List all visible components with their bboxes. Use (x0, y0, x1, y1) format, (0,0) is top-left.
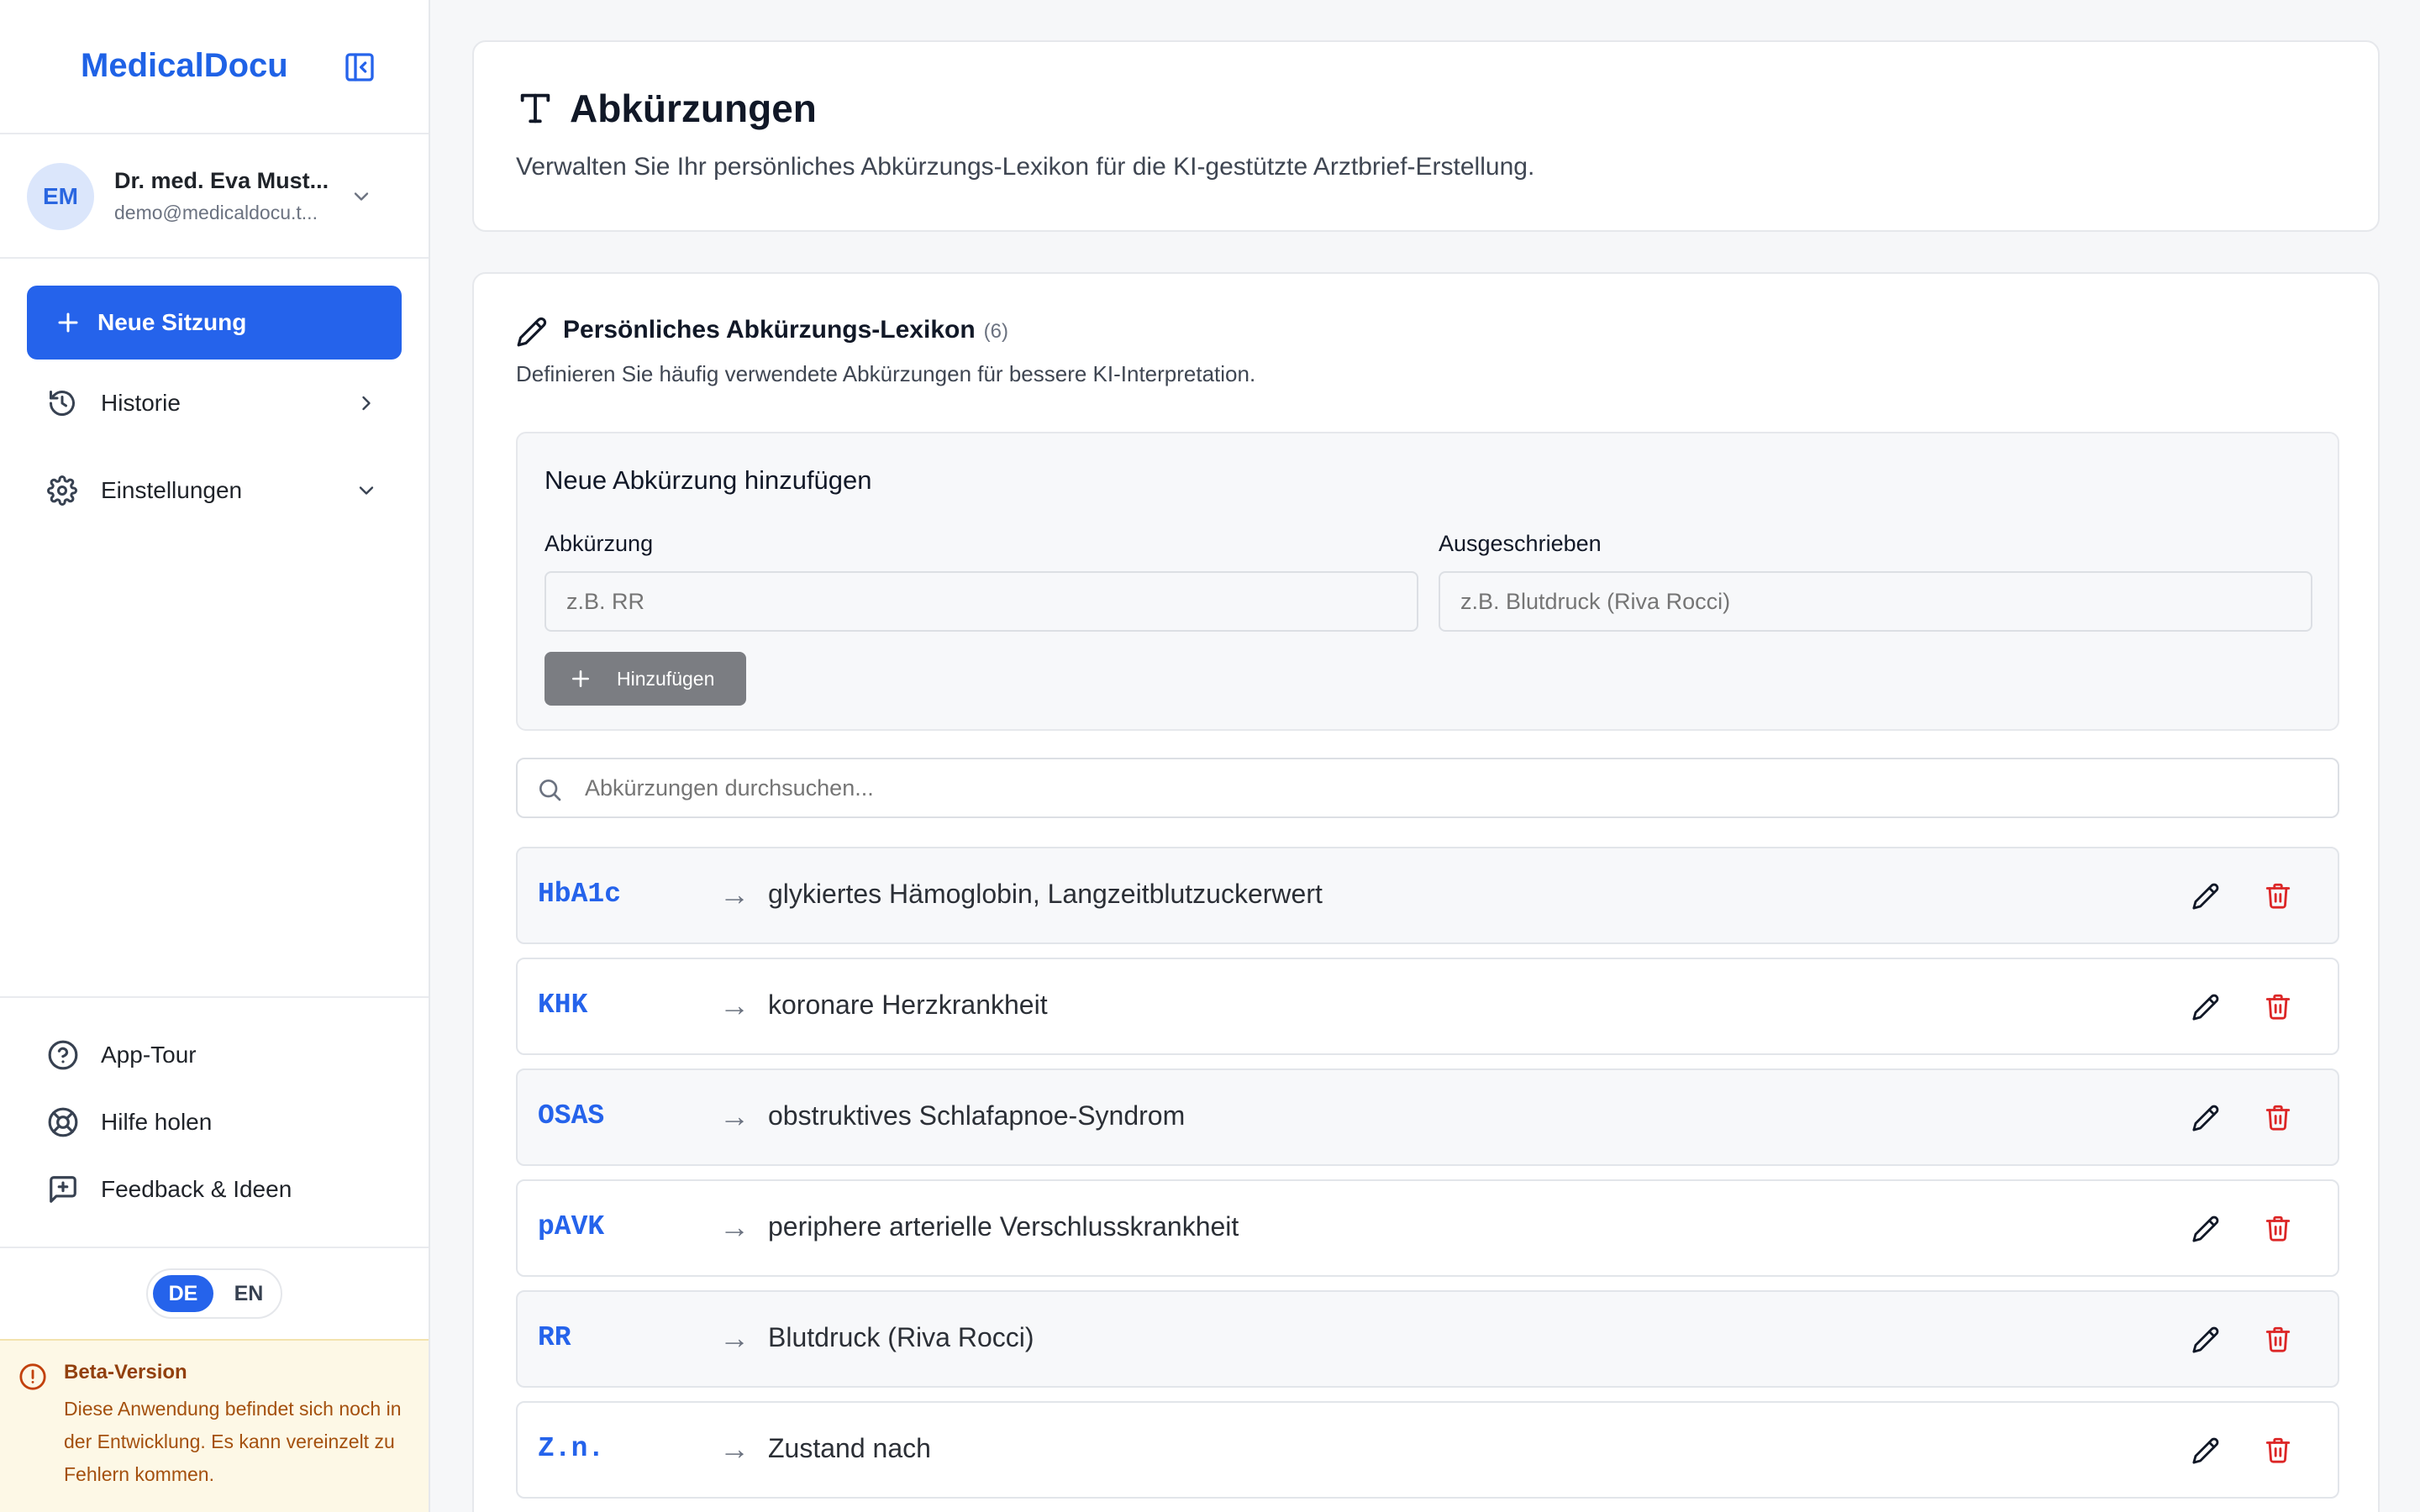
brand-row: MedicalDocu (0, 0, 429, 134)
lexicon-title-text: Persönliches Abkürzungs-Lexikon (563, 316, 976, 344)
trash-icon[interactable] (2264, 991, 2292, 1021)
trash-icon[interactable] (2264, 1435, 2292, 1465)
sidebar-item-hilfe-holen[interactable]: Hilfe holen (27, 1095, 402, 1149)
user-menu[interactable]: EM Dr. med. Eva Must... demo@medicaldocu… (0, 136, 429, 259)
plus-icon (572, 670, 589, 687)
lexicon-subtitle: Definieren Sie häufig verwendete Abkürzu… (516, 361, 1256, 386)
sidebar-item-einstellungen[interactable]: Einstellungen (27, 460, 402, 521)
edit-icon[interactable] (2191, 993, 2220, 1021)
search-box[interactable] (516, 758, 2339, 818)
sidebar-item-label: Hilfe holen (101, 1109, 213, 1135)
new-session-button[interactable]: Neue Sitzung (27, 286, 402, 360)
pencil-icon (517, 317, 547, 347)
arrow-icon: → (719, 1099, 750, 1133)
abbreviation-label: Abkürzung (544, 531, 654, 556)
chevron-right-icon (362, 396, 371, 411)
beta-title: Beta-Version (64, 1361, 187, 1383)
abbreviation-text: KHK (538, 990, 588, 1021)
arrow-icon: → (719, 988, 750, 1022)
edit-icon[interactable] (2191, 882, 2220, 911)
trash-icon[interactable] (2264, 1213, 2292, 1243)
help-circle-icon (48, 1040, 78, 1070)
divider (0, 1247, 429, 1248)
sidebar-item-feedback[interactable]: Feedback & Ideen (27, 1163, 402, 1216)
list-item: pAVK → periphere arterielle Verschlusskran… (516, 1179, 2339, 1277)
lifebuoy-icon (48, 1107, 78, 1137)
trash-icon[interactable] (2264, 1102, 2292, 1132)
search-input[interactable] (585, 759, 2265, 816)
abbreviation-text: Z.n. (538, 1433, 605, 1464)
language-toggle[interactable]: DE EN (146, 1268, 282, 1319)
sidebar-item-label: Einstellungen (101, 477, 243, 503)
page-header: Abkürzungen Verwalten Sie Ihr persönlich… (472, 40, 2380, 232)
sidebar-item-label: Feedback & Ideen (101, 1176, 292, 1202)
alert-circle-icon (19, 1363, 46, 1390)
edit-icon[interactable] (2191, 1215, 2220, 1243)
expanded-text: periphere arterielle Verschlusskrankheit (768, 1211, 1239, 1242)
chevron-down-icon[interactable] (350, 185, 373, 208)
lexicon-card: Persönliches Abkürzungs-Lexikon (6) Defin… (472, 272, 2380, 1512)
expanded-text: Blutdruck (Riva Rocci) (768, 1322, 1034, 1352)
chevron-down-icon (359, 486, 374, 495)
type-icon (520, 93, 550, 123)
edit-icon[interactable] (2191, 1436, 2220, 1465)
expanded-text: obstruktives Schlafapnoe-Syndrom (768, 1100, 1186, 1131)
add-button-label: Hinzufügen (617, 667, 715, 690)
sidebar: MedicalDocu EM Dr. med. Eva Must... demo… (0, 0, 430, 1512)
beta-text: Diese Anwendung befindet sich noch in de… (64, 1398, 402, 1485)
lang-en-button[interactable]: EN (222, 1275, 276, 1312)
add-button[interactable]: Hinzufügen (544, 652, 746, 706)
add-form-title: Neue Abkürzung hinzufügen (544, 465, 872, 495)
arrow-icon: → (719, 877, 750, 911)
user-email: demo@medicaldocu.t... (114, 202, 318, 223)
expanded-label: Ausgeschrieben (1439, 531, 1602, 556)
list-item: OSAS → obstruktives Schlafapnoe-Syndrom (516, 1068, 2339, 1166)
lexicon-title: Persönliches Abkürzungs-Lexikon (6) (563, 316, 1008, 344)
list-item: Z.n. → Zustand nach (516, 1401, 2339, 1499)
list-item: KHK → koronare Herzkrankheit (516, 958, 2339, 1055)
page-subtitle: Verwalten Sie Ihr persönliches Abkürzung… (516, 153, 1535, 181)
sidebar-item-label: App-Tour (101, 1042, 197, 1068)
arrow-icon: → (719, 1210, 750, 1244)
list-item: HbA1c → glykiertes Hämoglobin, Langzeitblu… (516, 847, 2339, 944)
trash-icon[interactable] (2264, 880, 2292, 911)
expanded-input[interactable] (1439, 571, 2312, 632)
abbreviation-input[interactable] (544, 571, 1418, 632)
history-icon (50, 391, 75, 417)
abbreviation-text: RR (538, 1322, 571, 1353)
abbreviation-text: OSAS (538, 1100, 605, 1131)
expanded-text: koronare Herzkrankheit (768, 990, 1048, 1020)
expanded-text: Zustand nach (768, 1433, 931, 1463)
brand-logo[interactable]: MedicalDocu (81, 47, 288, 85)
list-item: RR → Blutdruck (Riva Rocci) (516, 1290, 2339, 1388)
lexicon-count: (6) (983, 320, 1009, 343)
lang-de-button[interactable]: DE (153, 1275, 213, 1312)
avatar: EM (27, 163, 94, 230)
plus-icon (58, 312, 78, 333)
expanded-text: glykiertes Hämoglobin, Langzeitblutzucke… (768, 879, 1323, 909)
abbreviation-text: HbA1c (538, 879, 622, 910)
divider (0, 996, 429, 998)
search-icon (539, 780, 561, 801)
page-title: Abkürzungen (570, 87, 817, 130)
abbreviation-text: pAVK (538, 1211, 605, 1242)
arrow-icon: → (719, 1431, 750, 1466)
message-plus-icon (50, 1176, 76, 1203)
user-name: Dr. med. Eva Must... (114, 168, 329, 193)
sidebar-item-app-tour[interactable]: App-Tour (27, 1028, 402, 1082)
edit-icon[interactable] (2191, 1326, 2220, 1354)
sidebar-item-label: Historie (101, 390, 181, 416)
add-abbreviation-form: Neue Abkürzung hinzufügen Abkürzung Ausg… (516, 432, 2339, 731)
sidebar-item-historie[interactable]: Historie (27, 373, 402, 433)
gear-icon (47, 475, 77, 506)
beta-notice: Beta-Version Diese Anwendung befindet si… (0, 1339, 429, 1512)
sidebar-collapse-icon[interactable] (343, 50, 376, 84)
edit-icon[interactable] (2191, 1104, 2220, 1132)
trash-icon[interactable] (2264, 1324, 2292, 1354)
new-session-label: Neue Sitzung (97, 309, 247, 335)
arrow-icon: → (719, 1320, 750, 1355)
